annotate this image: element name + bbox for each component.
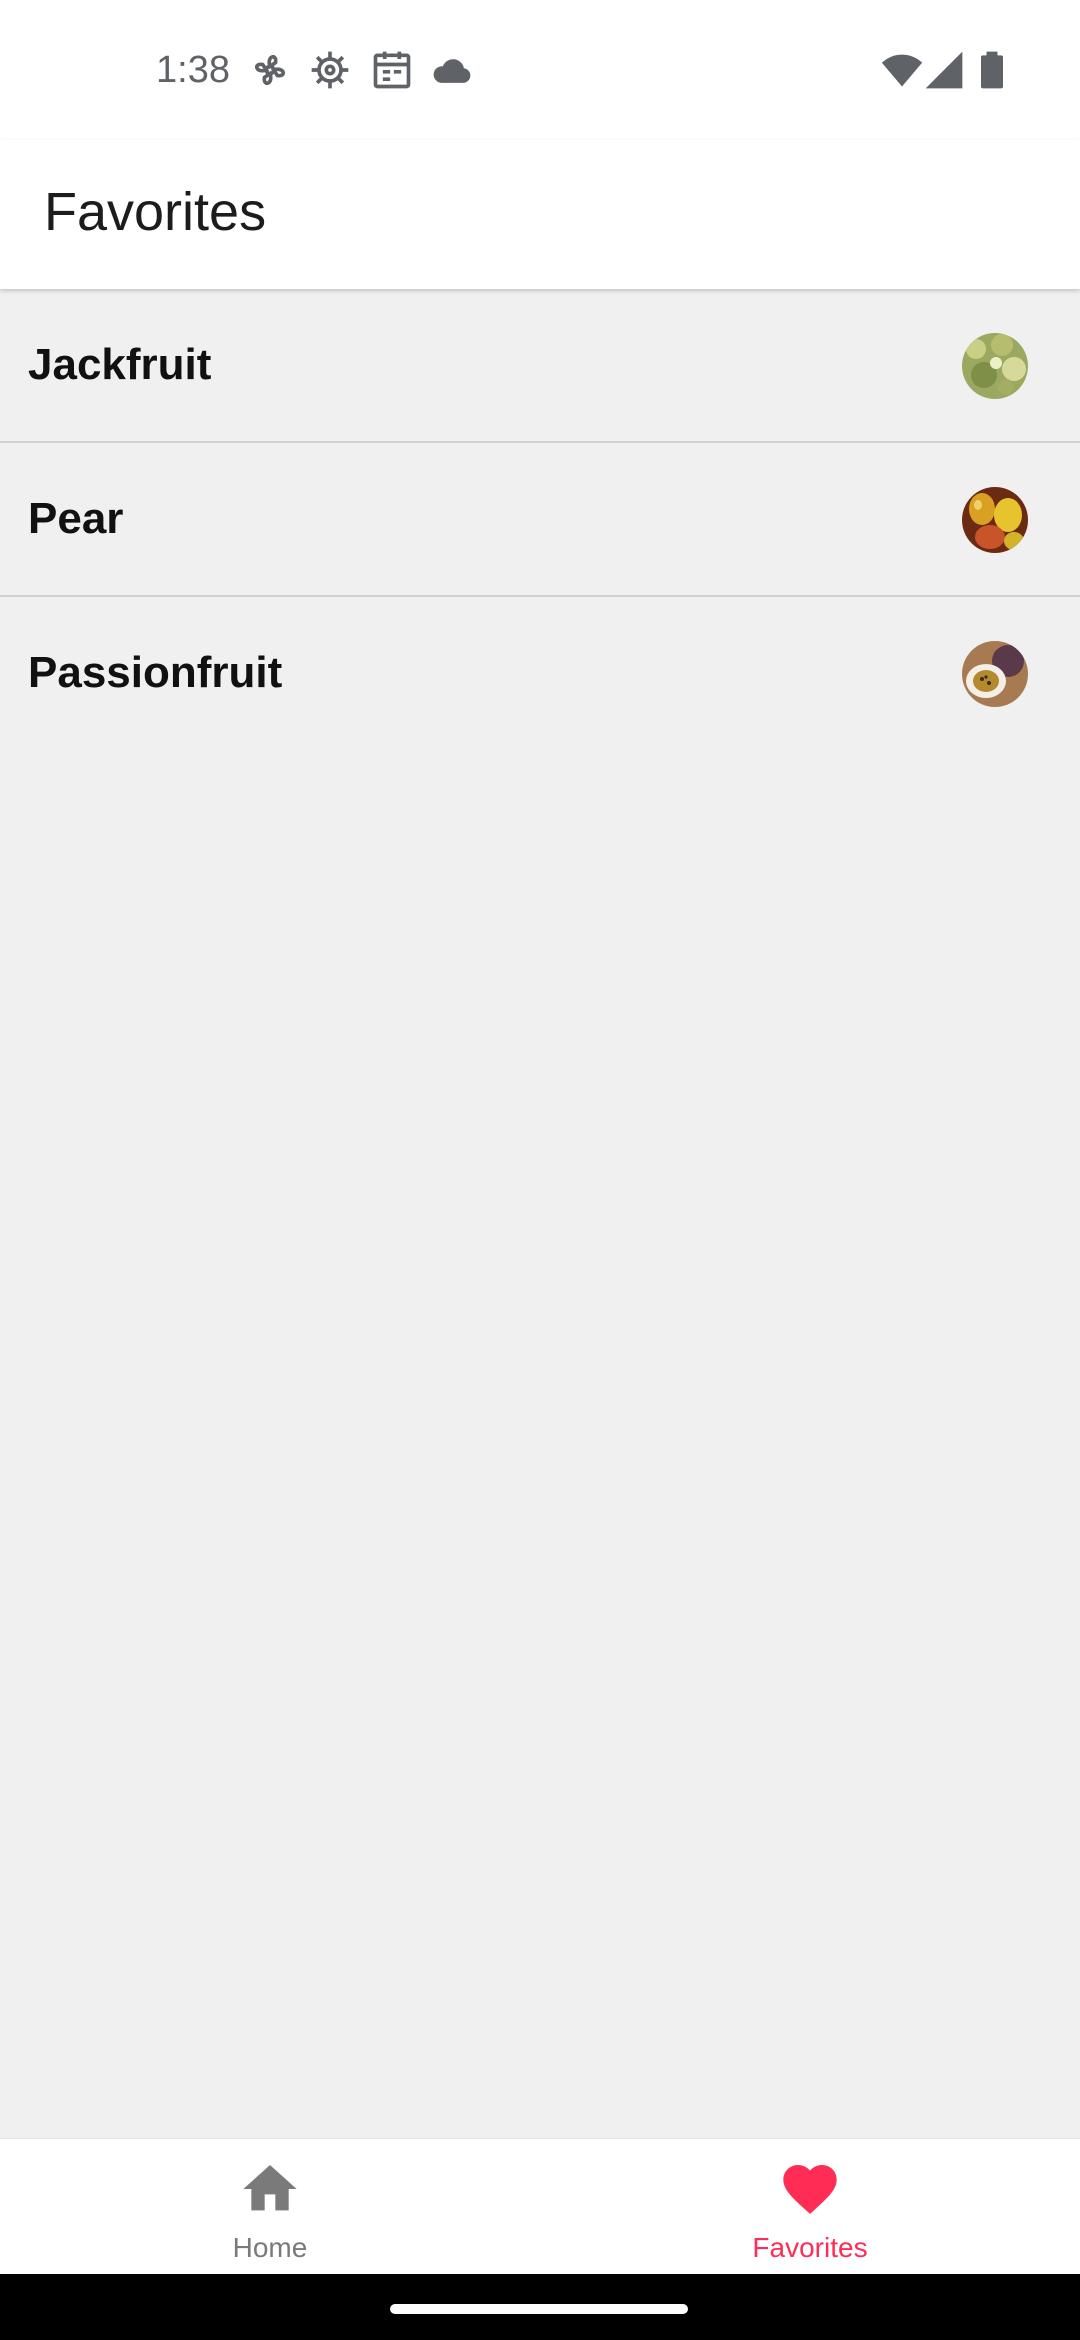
- nav-label-favorites: Favorites: [752, 2232, 868, 2263]
- fan-icon: [248, 48, 292, 92]
- heart-icon: [778, 2157, 842, 2221]
- app-bar: Favorites: [0, 140, 1080, 289]
- passionfruit-thumbnail: [962, 641, 1028, 707]
- wifi-icon: [880, 48, 924, 92]
- list-item[interactable]: Pear: [0, 443, 1080, 597]
- page-title: Favorites: [44, 182, 267, 242]
- cloud-icon: [430, 48, 474, 92]
- jackfruit-thumbnail: [962, 333, 1028, 399]
- status-bar: 1:38: [0, 0, 1080, 140]
- signal-icon: [922, 48, 966, 92]
- nav-tab-home[interactable]: Home: [0, 2139, 540, 2275]
- list-item[interactable]: Passionfruit: [0, 597, 1080, 751]
- system-gesture-bar: [0, 2274, 1080, 2340]
- list-item-label: Jackfruit: [28, 340, 212, 389]
- battery-icon: [970, 48, 1014, 92]
- bottom-navigation: Home Favorites: [0, 2138, 1080, 2275]
- calendar-icon: [370, 48, 414, 92]
- home-icon: [238, 2157, 302, 2221]
- status-time: 1:38: [156, 49, 230, 91]
- list-item[interactable]: Jackfruit: [0, 289, 1080, 443]
- nav-tab-favorites[interactable]: Favorites: [540, 2139, 1080, 2275]
- list-item-label: Pear: [28, 494, 124, 543]
- gear-icon: [308, 48, 352, 92]
- list-item-label: Passionfruit: [28, 648, 283, 697]
- pear-thumbnail: [962, 487, 1028, 553]
- nav-label-home: Home: [232, 2232, 308, 2263]
- home-gesture-handle[interactable]: [390, 2304, 688, 2314]
- favorites-list: Jackfruit Pear Passionfruit: [0, 289, 1080, 751]
